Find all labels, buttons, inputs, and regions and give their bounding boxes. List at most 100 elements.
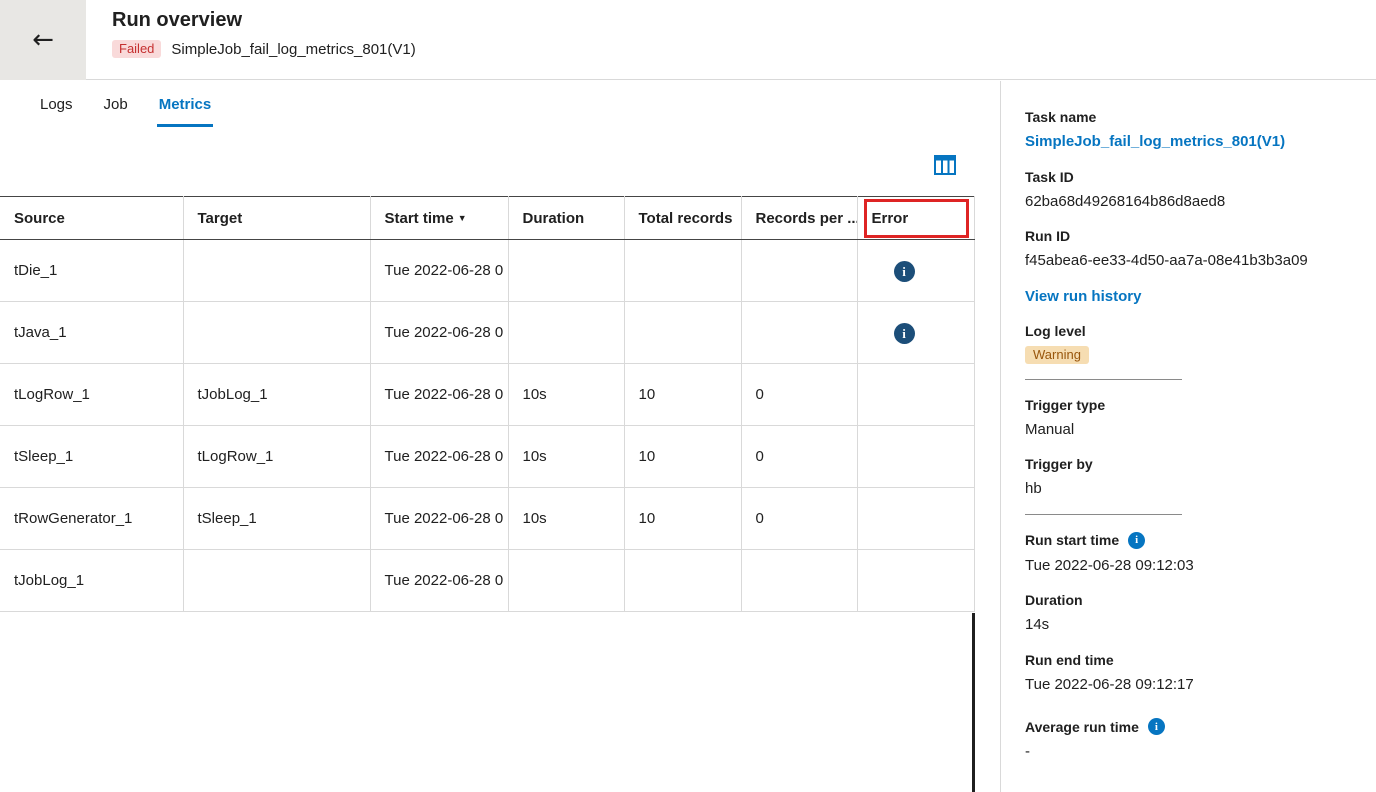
tab-metrics[interactable]: Metrics	[157, 96, 214, 127]
cell-target	[183, 240, 370, 302]
column-header-source[interactable]: Source	[0, 197, 183, 240]
cell-duration	[508, 550, 624, 612]
cell-target: tJobLog_1	[183, 364, 370, 426]
duration-value: 14s	[1025, 615, 1352, 635]
cell-error: i	[857, 302, 974, 364]
cell-target: tLogRow_1	[183, 426, 370, 488]
tab-bar: Logs Job Metrics	[0, 81, 975, 127]
column-settings-button[interactable]	[934, 155, 956, 175]
average-run-time-info-icon[interactable]: i	[1148, 718, 1165, 735]
cell-total-records	[624, 550, 741, 612]
cell-source: tDie_1	[0, 240, 183, 302]
cell-records-per-second	[741, 550, 857, 612]
cell-start-time: Tue 2022-06-28 0	[370, 302, 508, 364]
run-end-time-label: Run end time	[1025, 652, 1352, 668]
log-level-group: Log level Warning	[1025, 323, 1352, 364]
column-header-target[interactable]: Target	[183, 197, 370, 240]
cell-total-records	[624, 302, 741, 364]
tab-logs[interactable]: Logs	[38, 96, 75, 127]
cell-start-time: Tue 2022-06-28 0	[370, 240, 508, 302]
task-name-link[interactable]: SimpleJob_fail_log_metrics_801(V1)	[1025, 132, 1352, 152]
cell-source: tJobLog_1	[0, 550, 183, 612]
table-row: tJobLog_1 Tue 2022-06-28 0 i	[0, 550, 974, 612]
cell-duration: 10s	[508, 426, 624, 488]
cell-target	[183, 302, 370, 364]
metrics-table: Source Target Start time ▼ Duration Total…	[0, 196, 975, 612]
cell-records-per-second	[741, 302, 857, 364]
vertical-scrollbar[interactable]	[972, 613, 975, 792]
error-info-icon[interactable]: i	[894, 323, 915, 344]
cell-source: tSleep_1	[0, 426, 183, 488]
main-content: Logs Job Metrics Source Target Start tim…	[0, 81, 975, 792]
run-start-time-info-icon[interactable]: i	[1128, 532, 1145, 549]
cell-target: tSleep_1	[183, 488, 370, 550]
run-start-time-label: Run start time	[1025, 532, 1119, 548]
status-badge: Failed	[112, 40, 161, 58]
divider	[1025, 514, 1182, 515]
cell-duration	[508, 240, 624, 302]
cell-error: i	[857, 550, 974, 612]
cell-records-per-second: 0	[741, 426, 857, 488]
table-row: tSleep_1 tLogRow_1 Tue 2022-06-28 0 10s …	[0, 426, 974, 488]
run-id-value: f45abea6-ee33-4d50-aa7a-08e41b3b3a09	[1025, 251, 1352, 271]
cell-duration	[508, 302, 624, 364]
table-row: tLogRow_1 tJobLog_1 Tue 2022-06-28 0 10s…	[0, 364, 974, 426]
cell-start-time: Tue 2022-06-28 0	[370, 364, 508, 426]
cell-start-time: Tue 2022-06-28 0	[370, 488, 508, 550]
run-id-label: Run ID	[1025, 228, 1352, 244]
cell-records-per-second	[741, 240, 857, 302]
average-run-time-value: -	[1025, 742, 1352, 762]
duration-label: Duration	[1025, 592, 1352, 608]
page-title: Run overview	[112, 9, 416, 32]
table-columns-icon	[934, 155, 956, 175]
cell-duration: 10s	[508, 488, 624, 550]
task-id-value: 62ba68d49268164b86d8aed8	[1025, 192, 1352, 212]
cell-total-records	[624, 240, 741, 302]
trigger-by-group: Trigger by hb	[1025, 456, 1352, 499]
page-header: ← Run overview Failed SimpleJob_fail_log…	[0, 0, 1376, 80]
cell-total-records: 10	[624, 488, 741, 550]
header-text: Run overview Failed SimpleJob_fail_log_m…	[112, 9, 416, 58]
run-end-time-group: Run end time Tue 2022-06-28 09:12:17	[1025, 652, 1352, 695]
column-header-start-time[interactable]: Start time ▼	[370, 197, 508, 240]
cell-source: tJava_1	[0, 302, 183, 364]
sort-desc-icon: ▼	[458, 213, 467, 223]
cell-duration: 10s	[508, 364, 624, 426]
task-name-group: Task name SimpleJob_fail_log_metrics_801…	[1025, 109, 1352, 152]
metrics-table-wrap: Source Target Start time ▼ Duration Total…	[0, 196, 975, 612]
view-run-history-link[interactable]: View run history	[1025, 288, 1141, 305]
cell-error: i	[857, 240, 974, 302]
back-arrow-icon: ←	[32, 25, 54, 55]
run-start-time-value: Tue 2022-06-28 09:12:03	[1025, 556, 1352, 576]
error-info-icon[interactable]: i	[894, 261, 915, 282]
column-header-records-per-second[interactable]: Records per ...	[741, 197, 857, 240]
duration-group: Duration 14s	[1025, 592, 1352, 635]
run-end-time-value: Tue 2022-06-28 09:12:17	[1025, 675, 1352, 695]
column-header-error[interactable]: Error	[857, 197, 974, 240]
view-run-history-group: View run history	[1025, 288, 1352, 306]
table-row: tDie_1 Tue 2022-06-28 0 i	[0, 240, 974, 302]
back-button[interactable]: ←	[0, 0, 86, 80]
column-label: Error	[872, 210, 909, 227]
trigger-by-label: Trigger by	[1025, 456, 1352, 472]
column-header-duration[interactable]: Duration	[508, 197, 624, 240]
trigger-type-group: Trigger type Manual	[1025, 397, 1352, 440]
run-start-time-group: Run start time i Tue 2022-06-28 09:12:03	[1025, 532, 1352, 576]
log-level-badge: Warning	[1025, 346, 1089, 364]
average-run-time-group: Average run time i -	[1025, 718, 1352, 762]
cell-start-time: Tue 2022-06-28 0	[370, 550, 508, 612]
table-row: tRowGenerator_1 tSleep_1 Tue 2022-06-28 …	[0, 488, 974, 550]
cell-total-records: 10	[624, 426, 741, 488]
run-details-panel: Task name SimpleJob_fail_log_metrics_801…	[1000, 81, 1376, 792]
tab-job[interactable]: Job	[102, 96, 130, 127]
task-subtitle: SimpleJob_fail_log_metrics_801(V1)	[171, 41, 415, 58]
cell-records-per-second: 0	[741, 488, 857, 550]
column-label: Start time	[385, 210, 454, 227]
cell-error: i	[857, 364, 974, 426]
cell-records-per-second: 0	[741, 364, 857, 426]
average-run-time-label: Average run time	[1025, 719, 1139, 735]
cell-start-time: Tue 2022-06-28 0	[370, 426, 508, 488]
divider	[1025, 379, 1182, 380]
cell-source: tRowGenerator_1	[0, 488, 183, 550]
column-header-total-records[interactable]: Total records	[624, 197, 741, 240]
